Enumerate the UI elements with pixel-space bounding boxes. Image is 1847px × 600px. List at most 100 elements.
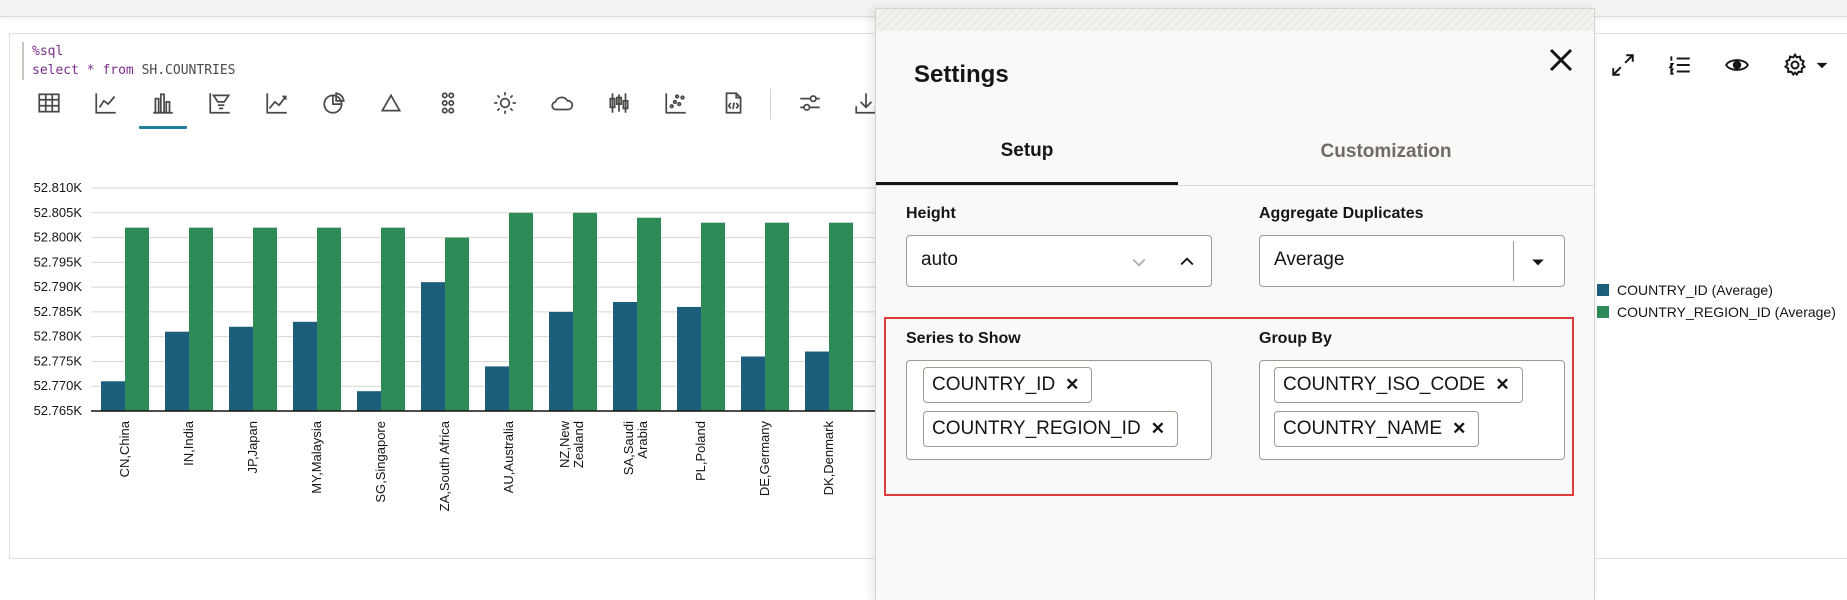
close-icon[interactable] bbox=[1546, 45, 1576, 75]
bar bbox=[485, 366, 509, 411]
x-tick-label: PL,Poland bbox=[693, 421, 708, 481]
legend-item-country-region-id[interactable]: COUNTRY_REGION_ID (Average) bbox=[1597, 301, 1836, 323]
bar bbox=[189, 227, 213, 411]
x-tick-label-line: JP,Japan bbox=[245, 421, 260, 474]
bar bbox=[101, 381, 125, 411]
pyramid-icon[interactable] bbox=[373, 83, 409, 123]
legend-swatch bbox=[1597, 306, 1609, 318]
legend-item-country-id[interactable]: COUNTRY_ID (Average) bbox=[1597, 279, 1836, 301]
tab-customization[interactable]: Customization bbox=[1178, 119, 1594, 185]
sunburst-icon[interactable] bbox=[487, 83, 523, 123]
chip-country-region-id[interactable]: COUNTRY_REGION_ID ✕ bbox=[923, 411, 1178, 447]
expand-icon[interactable] bbox=[1606, 48, 1640, 82]
sql-query-line: select * from SH.COUNTRIES bbox=[32, 61, 236, 80]
bar bbox=[421, 282, 445, 411]
group-by-label: Group By bbox=[1259, 330, 1332, 347]
x-tick-label: DK,Denmark bbox=[821, 421, 836, 496]
bar-chart-icon[interactable] bbox=[139, 83, 187, 129]
chevron-down-icon[interactable] bbox=[1129, 252, 1149, 272]
settings-sliders-icon[interactable] bbox=[792, 83, 828, 123]
x-tick-label-line: IN,India bbox=[181, 420, 196, 466]
scatter-chart-icon[interactable] bbox=[658, 83, 694, 123]
bar bbox=[229, 326, 253, 411]
code-file-icon[interactable] bbox=[715, 83, 751, 123]
legend-label: COUNTRY_ID (Average) bbox=[1617, 282, 1773, 298]
chip-country-id[interactable]: COUNTRY_ID ✕ bbox=[923, 367, 1093, 403]
scatter-dots-icon[interactable] bbox=[430, 83, 466, 123]
x-tick-label-line: DE,Germany bbox=[757, 421, 772, 497]
sql-magic: %sql bbox=[32, 44, 64, 59]
bar bbox=[445, 237, 469, 411]
funnel-chart-icon[interactable] bbox=[202, 83, 238, 123]
y-tick-label: 52.785K bbox=[34, 304, 83, 319]
x-tick-label-line: NZ,New bbox=[557, 420, 572, 468]
sql-code-editor[interactable]: %sql select * from SH.COUNTRIES bbox=[22, 42, 236, 80]
y-tick-label: 52.810K bbox=[34, 180, 83, 195]
x-tick-label-line: Arabia bbox=[635, 420, 650, 458]
sql-table-name: SH.COUNTRIES bbox=[141, 63, 236, 78]
chip-label: COUNTRY_NAME bbox=[1283, 418, 1443, 439]
legend-swatch bbox=[1597, 284, 1609, 296]
remove-icon[interactable]: ✕ bbox=[1495, 375, 1509, 395]
chip-label: COUNTRY_REGION_ID bbox=[932, 418, 1141, 439]
caret-down-icon[interactable] bbox=[1528, 252, 1548, 272]
list-numbered-icon[interactable] bbox=[1663, 48, 1697, 82]
eye-icon[interactable] bbox=[1720, 48, 1754, 82]
y-tick-label: 52.790K bbox=[34, 279, 83, 294]
remove-icon[interactable]: ✕ bbox=[1065, 375, 1079, 395]
toolbar-separator bbox=[770, 89, 771, 119]
series-to-show-label: Series to Show bbox=[906, 330, 1021, 347]
table-icon[interactable] bbox=[31, 83, 67, 123]
bar-chart-svg: 52.765K 52.770K 52.775K 52.780K 52.785K 52.79… bbox=[34, 180, 875, 511]
bar bbox=[637, 217, 661, 411]
x-tick-label: NZ,NewZealand bbox=[557, 420, 586, 468]
bar bbox=[805, 351, 829, 411]
aggregate-duplicates-select[interactable]: Average bbox=[1259, 235, 1565, 287]
x-tick-label: DE,Germany bbox=[757, 421, 772, 497]
line-chart-icon[interactable] bbox=[88, 83, 124, 123]
bar bbox=[701, 222, 725, 411]
bar-chart: 52.765K 52.770K 52.775K 52.780K 52.785K 52.79… bbox=[0, 150, 875, 535]
bar bbox=[509, 212, 533, 411]
panel-drag-handle[interactable] bbox=[876, 9, 1594, 31]
x-tick-label-line: SA,Saudi bbox=[621, 421, 636, 475]
bar bbox=[741, 356, 765, 411]
x-tick-label-line: Zealand bbox=[571, 421, 586, 468]
height-label: Height bbox=[906, 205, 956, 222]
bar bbox=[253, 227, 277, 411]
series-to-show-field[interactable]: COUNTRY_ID ✕ COUNTRY_REGION_ID ✕ bbox=[906, 360, 1212, 460]
cloud-icon[interactable] bbox=[544, 83, 580, 123]
remove-icon[interactable]: ✕ bbox=[1151, 419, 1165, 439]
x-tick-label: SG,Singapore bbox=[373, 421, 388, 503]
bar bbox=[165, 331, 189, 411]
bar bbox=[573, 212, 597, 411]
height-value: auto bbox=[921, 249, 958, 270]
x-tick-label: SA,SaudiArabia bbox=[621, 420, 650, 475]
x-tick-label-line: SG,Singapore bbox=[373, 421, 388, 503]
tab-setup[interactable]: Setup bbox=[876, 119, 1178, 185]
chip-country-name[interactable]: COUNTRY_NAME ✕ bbox=[1274, 411, 1480, 447]
settings-title: Settings bbox=[914, 61, 1009, 88]
chevron-down-icon[interactable] bbox=[1805, 48, 1839, 82]
x-tick-label: MY,Malaysia bbox=[309, 420, 324, 494]
chevron-up-icon[interactable] bbox=[1177, 252, 1197, 272]
bar bbox=[765, 222, 789, 411]
bar bbox=[829, 222, 853, 411]
y-tick-label: 52.775K bbox=[34, 353, 83, 368]
group-by-field[interactable]: COUNTRY_ISO_CODE ✕ COUNTRY_NAME ✕ bbox=[1259, 360, 1565, 460]
area-chart-icon[interactable] bbox=[259, 83, 295, 123]
height-select[interactable]: auto bbox=[906, 235, 1212, 287]
chip-country-iso-code[interactable]: COUNTRY_ISO_CODE ✕ bbox=[1274, 367, 1523, 403]
x-tick-label: JP,Japan bbox=[245, 421, 260, 474]
remove-icon[interactable]: ✕ bbox=[1452, 419, 1466, 439]
x-tick-label: AU,Australia bbox=[501, 420, 516, 493]
boxplot-icon[interactable] bbox=[601, 83, 637, 123]
bar bbox=[357, 391, 381, 411]
y-tick-label: 52.770K bbox=[34, 378, 83, 393]
chip-label: COUNTRY_ISO_CODE bbox=[1283, 374, 1486, 395]
legend-label: COUNTRY_REGION_ID (Average) bbox=[1617, 304, 1836, 320]
x-tick-label-line: ZA,South Africa bbox=[437, 420, 452, 511]
pie-chart-icon[interactable] bbox=[316, 83, 352, 123]
bar bbox=[677, 306, 701, 411]
x-tick-label: ZA,South Africa bbox=[437, 420, 452, 511]
